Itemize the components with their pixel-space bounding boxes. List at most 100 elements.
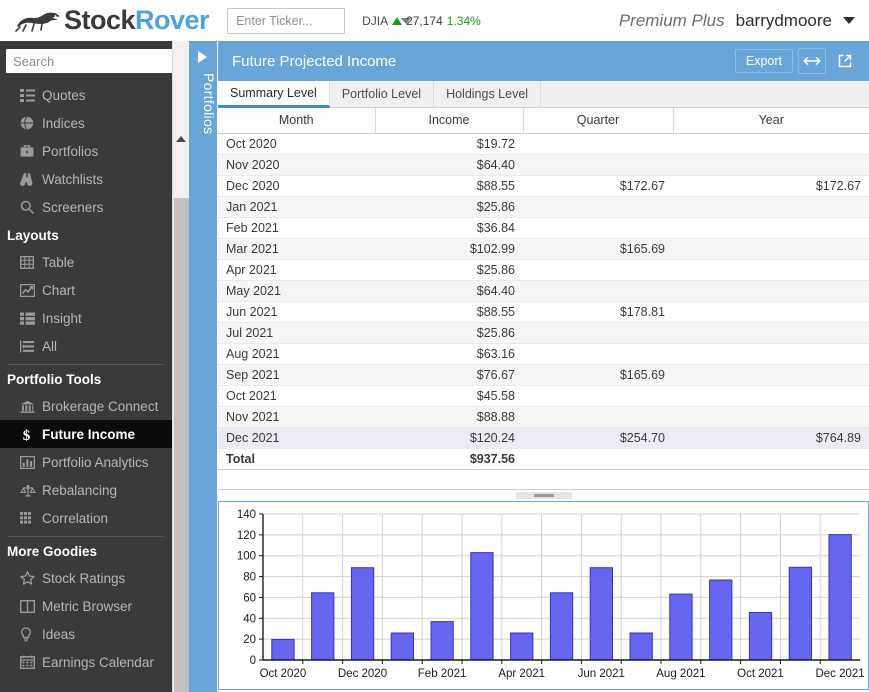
sidebar-item-portfolio-analytics[interactable]: Portfolio Analytics: [0, 448, 172, 476]
table-row[interactable]: Sep 2021$76.67$165.69: [218, 364, 869, 385]
sidebar-item-ideas[interactable]: Ideas: [0, 620, 172, 648]
chart-bar[interactable]: [749, 612, 771, 660]
brand-logo[interactable]: StockRover: [14, 6, 209, 36]
svg-text:$: $: [23, 428, 31, 442]
cell-year: [673, 343, 869, 364]
horizontal-resize-icon[interactable]: [798, 48, 826, 74]
chart-bar[interactable]: [391, 633, 413, 660]
tab-holdings-level[interactable]: Holdings Level: [434, 81, 541, 107]
table-row[interactable]: Oct 2020$19.72: [218, 133, 869, 154]
line-chart-icon: [20, 284, 42, 297]
total-cell-month: Total: [218, 448, 375, 469]
cell-month: Mar 2021: [218, 238, 375, 259]
sidebar-item-watchlists[interactable]: Watchlists: [0, 165, 172, 193]
sidebar-item-indices[interactable]: Indices: [0, 109, 172, 137]
chart-bar[interactable]: [511, 633, 533, 660]
column-header-quarter[interactable]: Quarter: [523, 108, 673, 133]
chart-y-tick-label: 120: [237, 529, 256, 541]
table-row[interactable]: Jan 2021$25.86: [218, 196, 869, 217]
sidebar-item-future-income[interactable]: $Future Income: [0, 420, 172, 448]
sidebar-item-all[interactable]: All: [0, 332, 172, 360]
chart-bar[interactable]: [272, 639, 294, 660]
tab-portfolio-level[interactable]: Portfolio Level: [330, 81, 434, 107]
chart-bar[interactable]: [550, 592, 572, 659]
tab-summary-level[interactable]: Summary Level: [218, 81, 330, 108]
sidebar-item-correlation[interactable]: Correlation: [0, 504, 172, 532]
table-row[interactable]: Nov 2021$88.88: [218, 406, 869, 427]
table-row[interactable]: Mar 2021$102.99$165.69: [218, 238, 869, 259]
chevron-down-icon[interactable]: [843, 17, 855, 24]
cell-income: $120.24: [375, 427, 523, 448]
cell-income: $88.88: [375, 406, 523, 427]
table-row[interactable]: Feb 2021$36.84: [218, 217, 869, 238]
cell-income: $64.40: [375, 154, 523, 175]
cell-income: $19.72: [375, 133, 523, 154]
portfolios-vertical-tab[interactable]: Portfolios: [189, 41, 217, 692]
chart-bar[interactable]: [590, 567, 612, 659]
chart-bar[interactable]: [670, 594, 692, 660]
cell-quarter: $254.70: [523, 427, 673, 448]
chart-y-tick-label: 100: [237, 550, 256, 562]
sidebar-item-chart[interactable]: Chart: [0, 276, 172, 304]
sidebar-item-metric-browser[interactable]: Metric Browser: [0, 592, 172, 620]
sidebar-item-rebalancing[interactable]: Rebalancing: [0, 476, 172, 504]
cell-quarter: [523, 406, 673, 427]
chart-bar[interactable]: [630, 633, 652, 660]
arrow-up-icon: [392, 17, 402, 25]
table-row[interactable]: Nov 2020$64.40: [218, 154, 869, 175]
table-row[interactable]: Dec 2020$88.55$172.67$172.67: [218, 175, 869, 196]
sidebar-item-insight[interactable]: Insight: [0, 304, 172, 332]
search-input[interactable]: [6, 49, 172, 73]
chart-x-tick-label: Apr 2021: [498, 668, 545, 680]
chart-bar[interactable]: [789, 567, 811, 660]
sidebar-item-table[interactable]: Table: [0, 248, 172, 276]
top-header: StockRover DJIA 27,174 1.34% Premium Plu…: [0, 0, 869, 41]
sidebar-item-quotes[interactable]: Quotes: [0, 81, 172, 109]
panel-splitter[interactable]: [218, 490, 869, 502]
column-header-month[interactable]: Month: [218, 108, 375, 133]
sidebar-item-label: Metric Browser: [42, 599, 132, 614]
chart-y-tick-label: 80: [243, 571, 256, 583]
sidebar-item-earnings-calendar[interactable]: Earnings Calendar: [0, 648, 172, 676]
sidebar-item-portfolios[interactable]: Portfolios: [0, 137, 172, 165]
table-row[interactable]: Aug 2021$63.16: [218, 343, 869, 364]
sidebar-item-brokerage-connect[interactable]: Brokerage Connect: [0, 392, 172, 420]
column-header-year[interactable]: Year: [673, 108, 869, 133]
chart-bar[interactable]: [471, 552, 493, 659]
income-table: MonthIncomeQuarterYear Oct 2020$19.72Nov…: [218, 108, 869, 470]
chart-bar[interactable]: [710, 580, 732, 660]
table-row[interactable]: Jul 2021$25.86: [218, 322, 869, 343]
chart-x-tick-label: Oct 2021: [737, 668, 784, 680]
cell-month: Sep 2021: [218, 364, 375, 385]
export-button[interactable]: Export: [735, 49, 793, 73]
chart-bar[interactable]: [431, 621, 453, 659]
cell-year: [673, 301, 869, 322]
chart-x-tick-label: Oct 2020: [260, 668, 307, 680]
sidebar-item-stock-ratings[interactable]: Stock Ratings: [0, 564, 172, 592]
sidebar-item-screeners[interactable]: Screeners: [0, 193, 172, 221]
cell-year: $764.89: [673, 427, 869, 448]
scroll-up-arrow-icon[interactable]: [173, 131, 189, 147]
table-row[interactable]: May 2021$64.40: [218, 280, 869, 301]
pop-out-icon[interactable]: [831, 48, 859, 74]
cell-year: [673, 364, 869, 385]
sidebar-scrollbar[interactable]: [172, 41, 189, 692]
table-row[interactable]: Dec 2021$120.24$254.70$764.89: [218, 427, 869, 448]
chart-bar[interactable]: [351, 567, 373, 659]
expand-right-icon[interactable]: [198, 51, 207, 63]
ticker-search-box[interactable]: [227, 8, 345, 34]
plan-badge: Premium Plus: [619, 11, 725, 31]
chart-bar[interactable]: [829, 534, 851, 659]
scrollbar-thumb[interactable]: [174, 198, 189, 692]
column-header-income[interactable]: Income: [375, 108, 523, 133]
table-row[interactable]: Apr 2021$25.86: [218, 259, 869, 280]
income-table-wrapper: MonthIncomeQuarterYear Oct 2020$19.72Nov…: [218, 108, 869, 490]
cell-month: Nov 2021: [218, 406, 375, 427]
sidebar-item-label: Insight: [42, 311, 82, 326]
table-row[interactable]: Jun 2021$88.55$178.81: [218, 301, 869, 322]
chart-bar[interactable]: [312, 592, 334, 659]
cell-month: Jun 2021: [218, 301, 375, 322]
username-label[interactable]: barrydmoore: [736, 11, 832, 31]
drag-handle-icon[interactable]: [516, 492, 572, 499]
table-row[interactable]: Oct 2021$45.58: [218, 385, 869, 406]
